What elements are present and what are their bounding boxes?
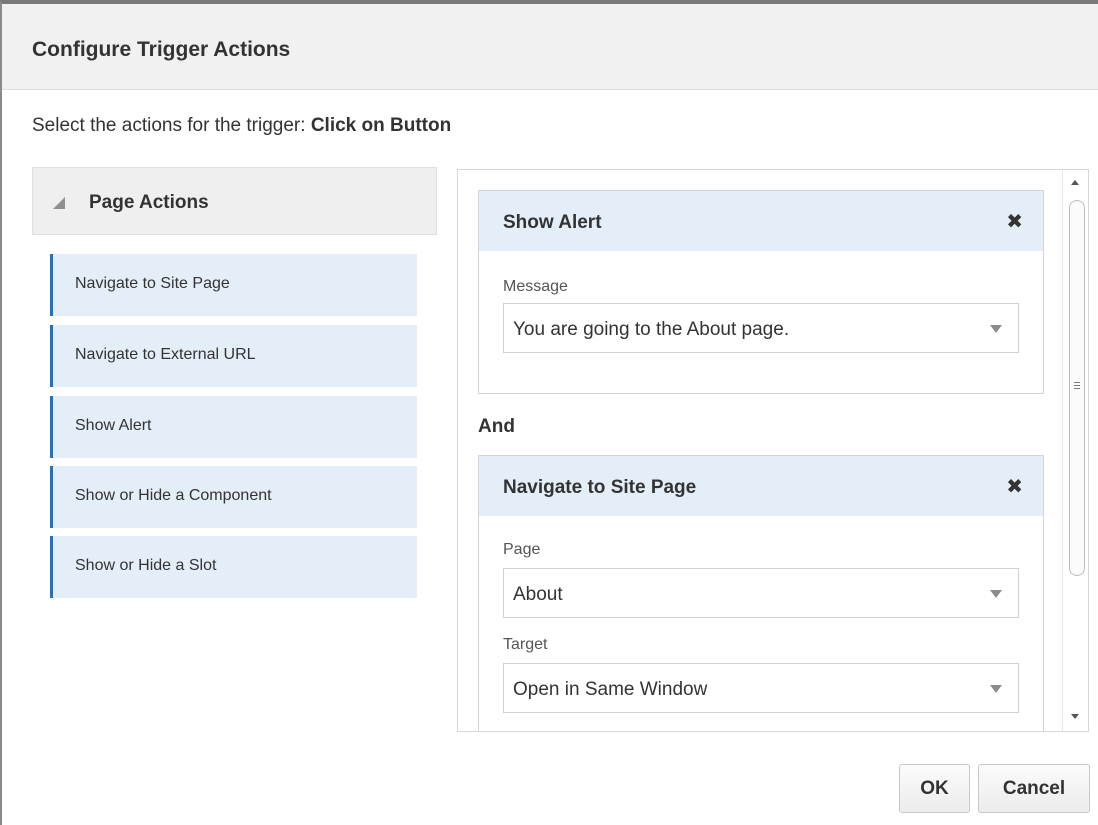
dialog-title-bar: Configure Trigger Actions [2,4,1098,90]
action-item-label: Show or Hide a Component [75,487,272,504]
and-connector: And [478,416,515,437]
scroll-up-arrow-icon[interactable] [1071,180,1079,185]
close-icon[interactable]: ✖ [1006,209,1023,234]
action-item-show-or-hide-component[interactable]: Show or Hide a Component [50,466,417,528]
page-value: About [513,584,563,605]
show-alert-card: Show Alert ✖ Message You are going to th… [478,190,1044,394]
message-value: You are going to the About page. [513,319,790,340]
trigger-description: Select the actions for the trigger: Clic… [32,115,451,137]
target-label: Target [503,636,548,653]
navigate-card-title: Navigate to Site Page [503,477,697,498]
chevron-down-icon[interactable] [990,590,1002,598]
navigate-card-header: Navigate to Site Page ✖ [479,456,1043,516]
show-alert-card-header: Show Alert ✖ [479,191,1043,251]
close-icon[interactable]: ✖ [1006,474,1023,499]
cancel-button[interactable]: Cancel [978,764,1090,813]
target-value: Open in Same Window [513,679,708,700]
page-actions-header[interactable]: Page Actions [32,167,437,235]
action-item-label: Show or Hide a Slot [75,557,217,574]
action-item-show-alert[interactable]: Show Alert [50,396,417,458]
message-select[interactable]: You are going to the About page. [503,303,1019,353]
action-item-navigate-to-site-page[interactable]: Navigate to Site Page [50,254,417,316]
action-item-label: Navigate to Site Page [75,275,230,292]
action-item-navigate-to-external-url[interactable]: Navigate to External URL [50,325,417,387]
dialog-title: Configure Trigger Actions [32,38,291,61]
page-label: Page [503,541,541,558]
show-alert-card-title: Show Alert [503,212,602,233]
trigger-description-prefix: Select the actions for the trigger: [32,115,306,136]
chevron-down-icon[interactable] [990,685,1002,693]
page-select[interactable]: About [503,568,1019,618]
configure-trigger-actions-dialog: Configure Trigger Actions Select the act… [0,0,1098,825]
selected-actions-panel: Show Alert ✖ Message You are going to th… [457,169,1089,732]
vertical-scrollbar[interactable] [1062,170,1088,731]
collapse-triangle-icon[interactable] [53,197,65,209]
chevron-down-icon[interactable] [990,325,1002,333]
message-label: Message [503,278,568,295]
scrollbar-thumb[interactable] [1069,200,1085,576]
action-item-show-or-hide-slot[interactable]: Show or Hide a Slot [50,536,417,598]
trigger-name: Click on Button [310,115,452,136]
action-item-label: Show Alert [75,417,152,434]
scroll-down-arrow-icon[interactable] [1071,714,1079,719]
ok-button[interactable]: OK [899,764,970,813]
page-actions-label: Page Actions [89,192,209,213]
grip-icon [1074,382,1080,383]
action-item-label: Navigate to External URL [75,346,256,363]
target-select[interactable]: Open in Same Window [503,663,1019,713]
navigate-to-site-page-card: Navigate to Site Page ✖ Page About Targe… [478,455,1044,731]
